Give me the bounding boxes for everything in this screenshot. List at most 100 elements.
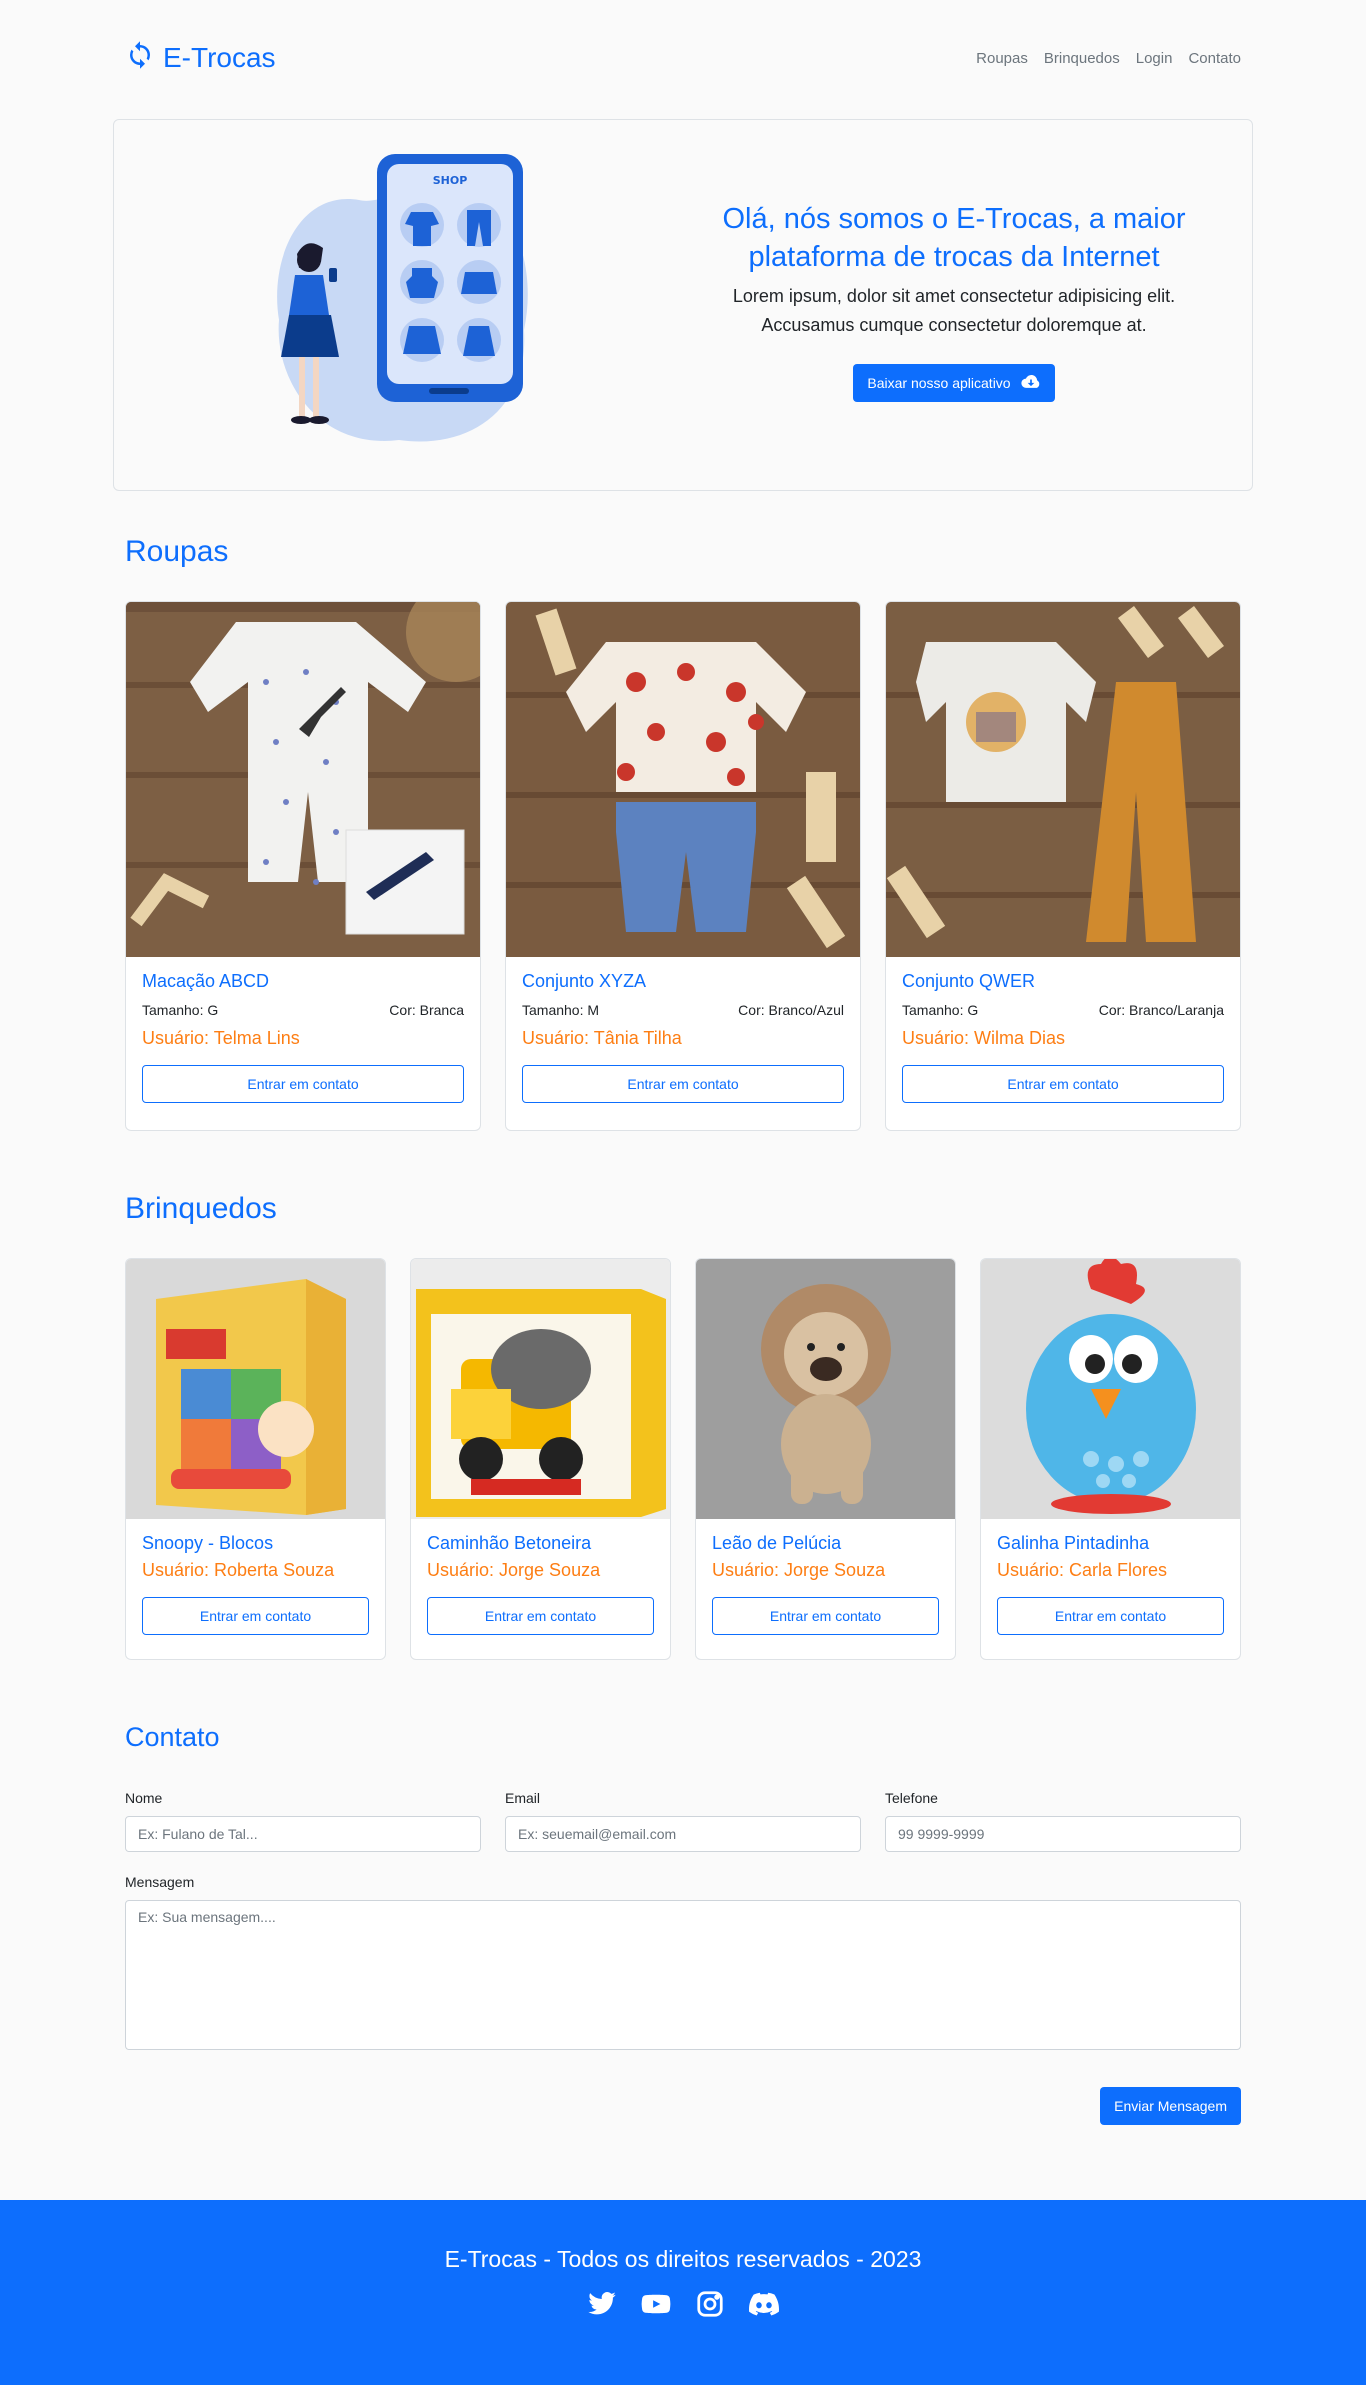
twitter-icon[interactable] bbox=[585, 2289, 619, 2324]
toy-name: Caminhão Betoneira bbox=[427, 1533, 592, 1553]
name-group: Nome bbox=[125, 1790, 481, 1852]
shop-illustration: SHOP bbox=[259, 150, 539, 460]
toy-card: Caminhão Betoneira Usuário: Jorge Souza … bbox=[410, 1258, 671, 1660]
submit-row: Enviar Mensagem bbox=[113, 2087, 1253, 2125]
message-textarea[interactable] bbox=[125, 1900, 1241, 2050]
toy-user: Usuário: Carla Flores bbox=[997, 1560, 1168, 1580]
product-card-body: Macação ABCD Tamanho: G Cor: Branca Usuá… bbox=[126, 957, 480, 1119]
product-color: Cor: Branco/Azul bbox=[738, 1002, 844, 1018]
toy-card: Snoopy - Blocos Usuário: Roberta Souza E… bbox=[125, 1258, 386, 1660]
nav-login[interactable]: Login bbox=[1136, 50, 1173, 67]
product-size: Tamanho: G bbox=[142, 1002, 219, 1018]
nav-contato[interactable]: Contato bbox=[1188, 50, 1241, 67]
contact-button[interactable]: Entrar em contato bbox=[902, 1065, 1224, 1103]
toy-card: Leão de Pelúcia Usuário: Jorge Souza Ent… bbox=[695, 1258, 956, 1660]
toy-card: Galinha Pintadinha Usuário: Carla Flores… bbox=[980, 1258, 1241, 1660]
message-group: Mensagem bbox=[125, 1874, 1241, 2055]
roupas-section: Roupas bbox=[113, 535, 1253, 569]
nav-brinquedos[interactable]: Brinquedos bbox=[1044, 50, 1120, 67]
toy-card-body: Caminhão Betoneira Usuário: Jorge Souza … bbox=[411, 1519, 670, 1651]
toy-image-galinha[interactable] bbox=[981, 1259, 1240, 1519]
product-card-body: Conjunto QWER Tamanho: G Cor: Branco/Lar… bbox=[886, 957, 1240, 1119]
brand-link[interactable]: E-Trocas bbox=[125, 40, 276, 77]
toy-card-body: Snoopy - Blocos Usuário: Roberta Souza E… bbox=[126, 1519, 385, 1651]
toy-image-snoopy[interactable] bbox=[126, 1259, 385, 1519]
toy-user: Usuário: Jorge Souza bbox=[427, 1560, 601, 1580]
instagram-icon[interactable] bbox=[693, 2289, 727, 2324]
toy-image-leao[interactable] bbox=[696, 1259, 955, 1519]
contact-button[interactable]: Entrar em contato bbox=[522, 1065, 844, 1103]
product-color: Cor: Branca bbox=[389, 1002, 464, 1018]
download-app-label: Baixar nosso aplicativo bbox=[867, 375, 1011, 391]
product-color: Cor: Branco/Laranja bbox=[1098, 1002, 1224, 1018]
email-input[interactable] bbox=[505, 1816, 861, 1852]
phone-group: Telefone bbox=[885, 1790, 1241, 1852]
nav-links: Roupas Brinquedos Login Contato bbox=[976, 50, 1241, 67]
contact-form: Nome Email Telefone Mensagem Enviar Mens… bbox=[113, 1790, 1253, 2125]
toy-name: Galinha Pintadinha bbox=[997, 1533, 1150, 1553]
sync-icon bbox=[125, 40, 155, 77]
product-meta: Tamanho: G Cor: Branca bbox=[142, 1002, 464, 1018]
product-size: Tamanho: G bbox=[902, 1002, 979, 1018]
nav-roupas[interactable]: Roupas bbox=[976, 50, 1028, 67]
toy-user: Usuário: Roberta Souza bbox=[142, 1560, 335, 1580]
product-meta: Tamanho: M Cor: Branco/Azul bbox=[522, 1002, 844, 1018]
send-message-button[interactable]: Enviar Mensagem bbox=[1100, 2087, 1241, 2125]
product-card: Conjunto QWER Tamanho: G Cor: Branco/Lar… bbox=[885, 601, 1241, 1131]
product-name: Macação ABCD bbox=[142, 971, 270, 991]
phone-input[interactable] bbox=[885, 1816, 1241, 1852]
contato-section: Contato bbox=[113, 1722, 1253, 1753]
toy-name: Snoopy - Blocos bbox=[142, 1533, 274, 1553]
contact-form-row: Nome Email Telefone bbox=[113, 1790, 1253, 1852]
product-image-conjunto-xyza[interactable] bbox=[506, 602, 860, 957]
footer-copyright: E-Trocas - Todos os direitos reservados … bbox=[444, 2246, 922, 2272]
hero-section: SHOP Olá, nós somos o E-Trocas, a maior … bbox=[113, 119, 1253, 491]
youtube-icon[interactable] bbox=[639, 2289, 673, 2324]
toy-image-caminhao[interactable] bbox=[411, 1259, 670, 1519]
roupas-cards: Macação ABCD Tamanho: G Cor: Branca Usuá… bbox=[113, 601, 1253, 1131]
brinquedos-cards: Snoopy - Blocos Usuário: Roberta Souza E… bbox=[113, 1258, 1253, 1660]
product-size: Tamanho: M bbox=[522, 1002, 600, 1018]
hero-subtitle: Lorem ipsum, dolor sit amet consectetur … bbox=[732, 286, 1176, 335]
svg-text:SHOP: SHOP bbox=[433, 174, 468, 187]
contato-title: Contato bbox=[125, 1722, 220, 1752]
toy-card-body: Leão de Pelúcia Usuário: Jorge Souza Ent… bbox=[696, 1519, 955, 1651]
cloud-download-icon bbox=[1020, 374, 1041, 393]
name-input[interactable] bbox=[125, 1816, 481, 1852]
contact-button[interactable]: Entrar em contato bbox=[712, 1597, 939, 1635]
brinquedos-title: Brinquedos bbox=[125, 1192, 277, 1225]
contact-button[interactable]: Entrar em contato bbox=[142, 1065, 464, 1103]
phone-label: Telefone bbox=[885, 1790, 938, 1806]
roupas-title: Roupas bbox=[125, 535, 229, 568]
product-image-conjunto-qwer[interactable] bbox=[886, 602, 1240, 957]
product-image-macacao[interactable] bbox=[126, 602, 480, 957]
message-row: Mensagem bbox=[113, 1874, 1253, 2055]
product-user: Usuário: Tânia Tilha bbox=[522, 1028, 682, 1048]
message-label: Mensagem bbox=[125, 1874, 195, 1890]
product-card-body: Conjunto XYZA Tamanho: M Cor: Branco/Azu… bbox=[506, 957, 860, 1119]
social-links bbox=[0, 2289, 1366, 2324]
product-name: Conjunto XYZA bbox=[522, 971, 647, 991]
product-user: Usuário: Telma Lins bbox=[142, 1028, 300, 1048]
navbar: E-Trocas Roupas Brinquedos Login Contato bbox=[113, 28, 1253, 88]
contact-button[interactable]: Entrar em contato bbox=[997, 1597, 1224, 1635]
footer: E-Trocas - Todos os direitos reservados … bbox=[0, 2200, 1366, 2385]
product-card: Macação ABCD Tamanho: G Cor: Branca Usuá… bbox=[125, 601, 481, 1131]
brand-name: E-Trocas bbox=[163, 42, 276, 73]
product-card: Conjunto XYZA Tamanho: M Cor: Branco/Azu… bbox=[505, 601, 861, 1131]
contact-button[interactable]: Entrar em contato bbox=[427, 1597, 654, 1635]
contact-button[interactable]: Entrar em contato bbox=[142, 1597, 369, 1635]
toy-name: Leão de Pelúcia bbox=[712, 1533, 842, 1553]
toy-user: Usuário: Jorge Souza bbox=[712, 1560, 886, 1580]
name-label: Nome bbox=[125, 1790, 163, 1806]
toy-card-body: Galinha Pintadinha Usuário: Carla Flores… bbox=[981, 1519, 1240, 1651]
download-app-button[interactable]: Baixar nosso aplicativo bbox=[853, 364, 1055, 402]
hero-title: Olá, nós somos o E-Trocas, a maior plata… bbox=[722, 203, 1186, 273]
email-label: Email bbox=[505, 1790, 541, 1806]
product-user: Usuário: Wilma Dias bbox=[902, 1028, 1066, 1048]
email-group: Email bbox=[505, 1790, 861, 1852]
discord-icon[interactable] bbox=[747, 2289, 781, 2324]
product-meta: Tamanho: G Cor: Branco/Laranja bbox=[902, 1002, 1224, 1018]
product-name: Conjunto QWER bbox=[902, 971, 1036, 991]
brinquedos-section: Brinquedos bbox=[113, 1192, 1253, 1226]
